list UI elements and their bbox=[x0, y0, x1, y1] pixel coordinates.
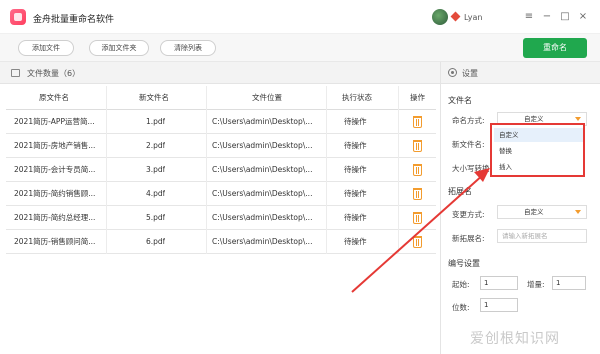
watermark: 爱创根知识网 bbox=[470, 331, 560, 347]
annotation-arrow bbox=[351, 168, 490, 293]
